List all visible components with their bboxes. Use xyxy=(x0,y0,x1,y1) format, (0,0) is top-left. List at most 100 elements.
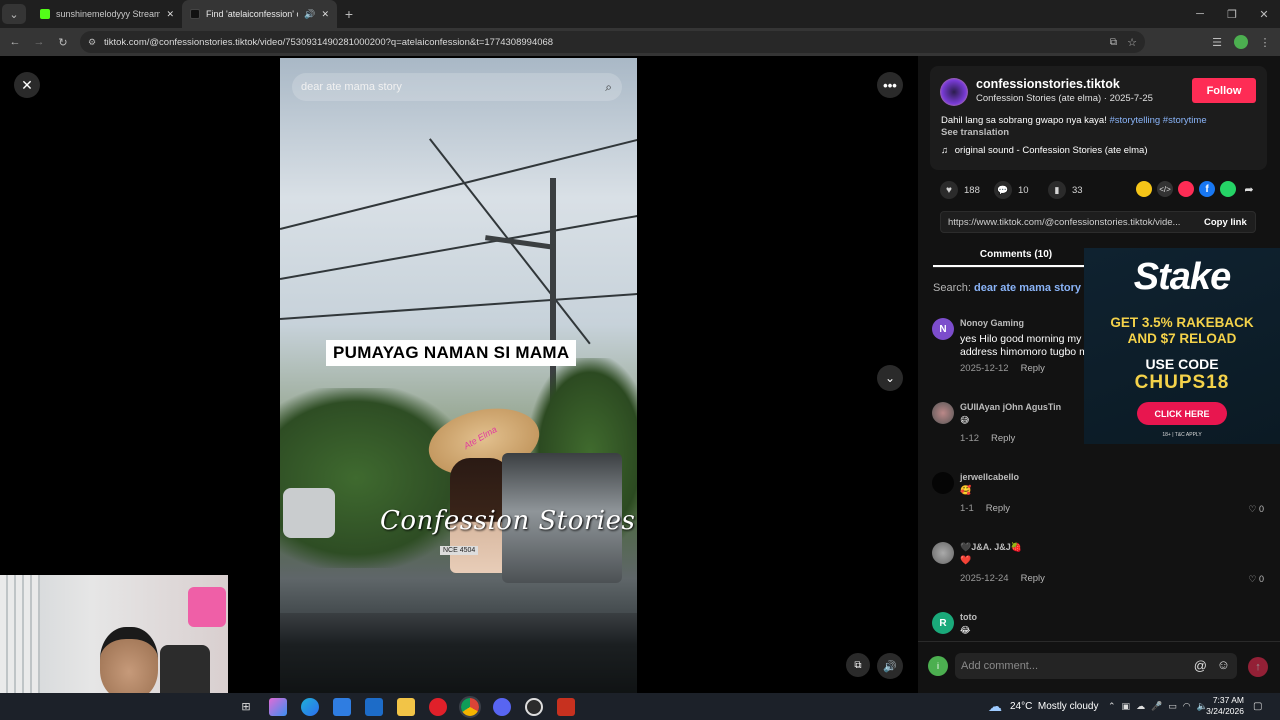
browser-menu-icon[interactable]: ⋮ xyxy=(1258,33,1272,51)
follow-button[interactable]: Follow xyxy=(1192,78,1256,103)
tray-app-icon[interactable]: ▣ xyxy=(1122,701,1131,712)
edge-icon[interactable] xyxy=(301,697,319,716)
streamer-face xyxy=(100,627,158,699)
repost-icon[interactable] xyxy=(1136,181,1152,197)
video-player[interactable]: dear ate mama story ⌕ PUMAYAG NAMAN SI M… xyxy=(280,58,637,693)
avatar[interactable]: R xyxy=(932,612,954,634)
close-tab-icon[interactable]: ✕ xyxy=(166,9,174,20)
weather-text[interactable]: 24°C Mostly cloudy xyxy=(1010,701,1098,712)
clock[interactable]: 7:37 AM 3/24/2026 xyxy=(1204,695,1244,717)
bookmark-icon[interactable]: ▮ xyxy=(1048,181,1066,199)
tab-list-icon[interactable]: ⌄ xyxy=(2,4,26,24)
reply-button[interactable]: Reply xyxy=(1021,573,1045,584)
commenter-name[interactable]: Nonoy Gaming xyxy=(960,318,1024,328)
ad-cta-button[interactable]: CLICK HERE xyxy=(1137,402,1227,425)
tray-chevron-icon[interactable]: ⌃ xyxy=(1108,701,1116,712)
whatsapp-icon[interactable] xyxy=(1220,181,1236,197)
close-icon[interactable]: ✕ xyxy=(14,72,40,98)
post-hashtags[interactable]: #storytelling #storytime xyxy=(1109,115,1206,126)
share-icon[interactable]: ➦ xyxy=(1241,181,1257,197)
next-video-icon[interactable]: ⌄ xyxy=(877,365,903,391)
file-explorer-icon[interactable] xyxy=(397,697,415,716)
volume-icon[interactable]: 🔊 xyxy=(877,653,903,679)
user-avatar[interactable]: i xyxy=(928,656,948,676)
video-search-bar[interactable]: dear ate mama story ⌕ xyxy=(292,73,622,101)
minimize-icon[interactable]: ─ xyxy=(1184,0,1216,28)
media-control-icon[interactable]: ☰ xyxy=(1208,33,1226,51)
comment-date: 1-1 xyxy=(960,503,974,514)
mic-icon[interactable]: 🎤 xyxy=(1151,701,1162,712)
install-app-icon[interactable]: ⧉ xyxy=(1110,37,1117,48)
comment-like[interactable]: ♡ 0 xyxy=(1248,574,1264,585)
more-options-icon[interactable]: ••• xyxy=(877,72,903,98)
comment-text: ❤️ xyxy=(960,555,972,565)
bookmark-star-icon[interactable]: ☆ xyxy=(1127,36,1137,49)
copy-link-button[interactable]: Copy link xyxy=(1204,217,1247,228)
close-window-icon[interactable]: ✕ xyxy=(1248,0,1280,28)
avatar[interactable] xyxy=(932,542,954,564)
reload-icon[interactable]: ↻ xyxy=(54,33,72,51)
mini-player-icon[interactable]: ⧉ xyxy=(846,653,870,677)
power-line xyxy=(280,136,637,230)
commenter-name[interactable]: GUIIAyan jOhn AgusTin xyxy=(960,402,1061,412)
comment-like[interactable]: ♡ 0 xyxy=(1248,504,1264,515)
close-tab-icon[interactable]: ✕ xyxy=(321,9,329,20)
heart-outline-icon: ♡ xyxy=(1248,574,1257,584)
windows-taskbar: ⊞ ☁ 24°C Mostly cloudy ⌃ ▣ ☁ 🎤 ▭ ◠ 🔈 7:3… xyxy=(0,693,1280,720)
chrome-icon[interactable] xyxy=(459,695,481,718)
commenter-name[interactable]: 🖤J&A. J&J🍓 xyxy=(960,542,1022,553)
search-term-link[interactable]: dear ate mama story xyxy=(974,282,1081,294)
search-icon[interactable]: ⌕ xyxy=(605,80,612,95)
mention-icon[interactable]: @ xyxy=(1194,658,1207,673)
task-view-icon[interactable]: ⊞ xyxy=(237,698,255,716)
stake-ad[interactable]: Stake GET 3.5% RAKEBACK AND $7 RELOAD US… xyxy=(1084,248,1280,444)
facebook-icon[interactable]: f xyxy=(1199,181,1215,197)
comment-icon[interactable]: 💬 xyxy=(994,181,1012,199)
send-icon[interactable] xyxy=(1178,181,1194,197)
commenter-name[interactable]: toto xyxy=(960,612,977,622)
comment-input[interactable]: Add comment... @ ☺ xyxy=(955,653,1237,679)
network-icon[interactable]: ▭ xyxy=(1168,701,1177,712)
embed-icon[interactable]: </> xyxy=(1157,181,1173,197)
discord-icon[interactable] xyxy=(493,697,511,716)
speaker-icon[interactable]: 🔊 xyxy=(304,9,315,20)
app-icon[interactable] xyxy=(557,697,575,716)
avatar[interactable] xyxy=(932,402,954,424)
emoji-icon[interactable]: ☺ xyxy=(1217,657,1230,672)
comment-item: R toto 😂 xyxy=(932,612,1272,642)
new-tab-icon[interactable]: + xyxy=(337,6,361,22)
store-icon[interactable] xyxy=(333,697,351,716)
avatar[interactable] xyxy=(932,472,954,494)
tab-title: Find 'atelaiconfession' on Ti xyxy=(206,9,298,19)
wifi-icon[interactable]: ◠ xyxy=(1183,701,1191,712)
tab-kick[interactable]: sunshinemelodyyy Stream - Wa ✕ xyxy=(32,0,182,28)
post-comment-icon[interactable]: ↑ xyxy=(1248,657,1268,677)
address-bar[interactable]: ⚙ tiktok.com/@confessionstories.tiktok/v… xyxy=(80,31,1145,53)
sound-name[interactable]: original sound - Confession Stories (ate… xyxy=(955,145,1148,156)
notification-icon[interactable]: ▢ xyxy=(1253,701,1262,712)
like-icon[interactable]: ♥ xyxy=(940,181,958,199)
share-link-text: https://www.tiktok.com/@confessionstorie… xyxy=(948,217,1181,228)
commenter-name[interactable]: jerwellcabello xyxy=(960,472,1019,482)
comment-meta: 1-1 Reply xyxy=(960,503,1010,514)
cloud-icon[interactable]: ☁ xyxy=(1136,701,1145,712)
avatar[interactable]: N xyxy=(932,318,954,340)
obs-icon[interactable] xyxy=(525,697,543,716)
profile-avatar[interactable] xyxy=(1234,35,1248,49)
forward-icon[interactable]: → xyxy=(30,33,48,51)
site-info-icon[interactable]: ⚙ xyxy=(88,37,96,48)
copilot-icon[interactable] xyxy=(269,697,287,716)
see-translation-link[interactable]: See translation xyxy=(941,127,1009,138)
tab-tiktok[interactable]: Find 'atelaiconfession' on Ti 🔊 ✕ xyxy=(182,0,337,28)
reply-button[interactable]: Reply xyxy=(986,503,1010,514)
tab-comments[interactable]: Comments (10) xyxy=(933,245,1099,267)
ad-logo: Stake xyxy=(1133,256,1231,298)
username[interactable]: confessionstories.tiktok xyxy=(976,77,1120,91)
author-avatar[interactable] xyxy=(940,78,968,106)
reply-button[interactable]: Reply xyxy=(1021,363,1045,374)
maximize-icon[interactable]: ❐ xyxy=(1216,0,1248,28)
back-icon[interactable]: ← xyxy=(6,33,24,51)
reply-button[interactable]: Reply xyxy=(991,433,1015,444)
outlook-icon[interactable] xyxy=(365,697,383,716)
opera-icon[interactable] xyxy=(429,697,447,716)
